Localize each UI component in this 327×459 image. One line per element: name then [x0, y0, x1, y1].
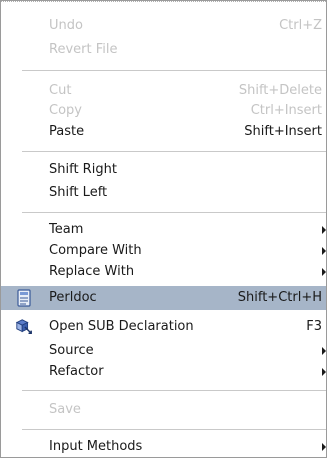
shortcut-label: Shift+Insert	[244, 124, 322, 139]
shortcut-label: Shift+Ctrl+H	[237, 290, 322, 305]
menu-item-label: Team	[49, 222, 84, 237]
menu-item-shift-left[interactable]: Shift Left	[1, 181, 326, 205]
menu-item-undo[interactable]: Undo Ctrl+Z	[1, 14, 326, 38]
menu-item-save[interactable]: Save	[1, 398, 326, 422]
menu-item-revert-file[interactable]: Revert File	[1, 38, 326, 62]
menu-item-perldoc[interactable]: Perldoc Shift+Ctrl+H	[1, 286, 326, 310]
menu-item-label: Undo	[49, 18, 83, 33]
submenu-arrow-icon	[322, 347, 326, 355]
submenu-arrow-icon	[322, 268, 326, 276]
submenu-arrow-icon	[322, 226, 326, 234]
menu-item-label: Copy	[49, 103, 82, 118]
menu-separator	[22, 70, 326, 72]
menu-item-label: Revert File	[49, 42, 118, 57]
menu-item-shift-right[interactable]: Shift Right	[1, 158, 326, 182]
menu-separator	[22, 390, 326, 392]
menu-item-label: Input Methods	[49, 439, 143, 454]
shortcut-label: Ctrl+Insert	[250, 103, 322, 118]
menu-item-label: Perldoc	[49, 290, 97, 305]
menu-item-label: Refactor	[49, 364, 104, 379]
open-declaration-icon	[15, 318, 33, 336]
menu-separator	[22, 429, 326, 431]
menu-item-label: Source	[49, 343, 94, 358]
menu-item-label: Shift Left	[49, 185, 108, 200]
shortcut-label: F3	[306, 319, 322, 334]
menu-item-label: Open SUB Declaration	[49, 319, 194, 334]
menu-item-label: Shift Right	[49, 162, 117, 177]
menu-item-label: Save	[49, 402, 81, 417]
context-menu: Undo Ctrl+Z Revert File Cut Shift+Delete…	[0, 0, 327, 458]
menu-item-label: Cut	[49, 83, 72, 98]
menu-separator	[22, 212, 326, 214]
submenu-arrow-icon	[322, 443, 326, 451]
menu-item-label: Compare With	[49, 243, 142, 258]
menu-item-label: Replace With	[49, 264, 135, 279]
menu-top-border	[1, 1, 326, 2]
menu-item-open-sub-declaration[interactable]: Open SUB Declaration F3	[1, 315, 326, 339]
shortcut-label: Ctrl+Z	[279, 18, 322, 33]
shortcut-label: Shift+Delete	[238, 83, 322, 98]
menu-item-input-methods[interactable]: Input Methods	[1, 435, 326, 459]
menu-item-replace-with[interactable]: Replace With	[1, 260, 326, 284]
menu-item-refactor[interactable]: Refactor	[1, 360, 326, 384]
submenu-arrow-icon	[322, 247, 326, 255]
menu-item-paste[interactable]: Paste Shift+Insert	[1, 120, 326, 144]
submenu-arrow-icon	[322, 368, 326, 376]
menu-separator	[22, 151, 326, 153]
document-icon	[15, 289, 33, 307]
menu-item-label: Paste	[49, 124, 85, 139]
